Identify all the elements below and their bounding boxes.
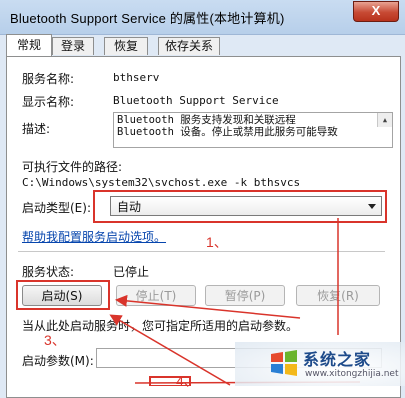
stop-button[interactable]: 停止(T) [116, 285, 196, 306]
service-name-value: bthserv [113, 71, 160, 84]
tab-recovery[interactable]: 恢复 [104, 37, 148, 55]
display-name-label: 显示名称: [22, 95, 75, 109]
startup-type-highlight [93, 190, 387, 223]
description-line: Bluetooth 服务支持发现和关联远程 [117, 114, 296, 126]
tab-general[interactable]: 常规 [6, 34, 52, 56]
resume-button[interactable]: 恢复(R) [296, 285, 380, 306]
params-label: 启动参数(M): [22, 354, 94, 368]
watermark: 系统之家 www.xitongzhijia.net [235, 342, 405, 386]
window-title: Bluetooth Support Service 的属性(本地计算机) [10, 11, 285, 26]
exe-path-value: C:\Windows\system32\svchost.exe -k bthsv… [22, 176, 301, 189]
scroll-up-icon[interactable]: ▲ [377, 113, 392, 127]
exe-path-label: 可执行文件的路径: [22, 160, 123, 174]
step4-annotation: 4、 [176, 373, 198, 389]
watermark-brand: 系统之家 [303, 350, 372, 369]
step1-annotation: 1、 [206, 234, 228, 250]
service-name-label: 服务名称: [22, 72, 75, 86]
start-button-highlight [16, 280, 110, 310]
startup-type-label: 启动类型(E): [22, 201, 91, 215]
pause-button[interactable]: 暂停(P) [205, 285, 285, 306]
divider [18, 251, 385, 252]
tab-logon[interactable]: 登录 [52, 37, 94, 55]
close-button[interactable]: X [353, 1, 399, 22]
windows-logo-icon [271, 350, 297, 376]
watermark-url: www.xitongzhijia.net [305, 369, 399, 379]
step3-annotation: 3、 [44, 332, 66, 348]
description-line: Bluetooth 设备。停止或禁用此服务可能导致 [117, 126, 338, 138]
description-label: 描述: [22, 122, 51, 136]
service-status-label: 服务状态: [22, 265, 75, 279]
help-link[interactable]: 帮助我配置服务启动选项。 [22, 228, 166, 245]
description-box[interactable]: Bluetooth 服务支持发现和关联远程 Bluetooth 设备。停止或禁用… [113, 112, 393, 148]
service-status-value: 已停止 [113, 265, 150, 279]
tab-dependencies[interactable]: 依存关系 [158, 37, 220, 55]
title-bar: Bluetooth Support Service 的属性(本地计算机) X [0, 0, 405, 35]
display-name-value: Bluetooth Support Service [113, 94, 279, 107]
